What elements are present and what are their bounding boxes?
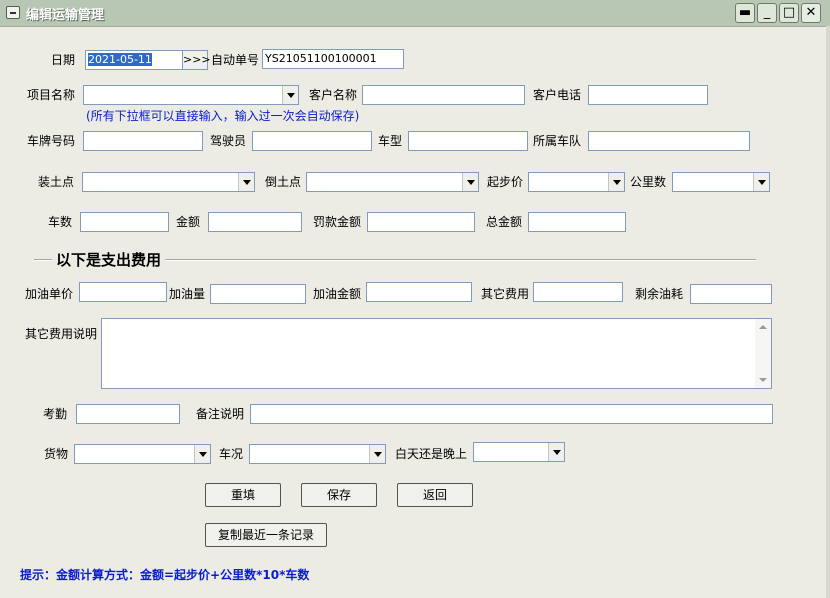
total-input[interactable] xyxy=(528,212,626,232)
reset-button[interactable]: 重填 xyxy=(205,483,281,507)
date-value: 2021-05-11 xyxy=(88,53,152,66)
fuel-qty-label: 加油量 xyxy=(169,287,206,301)
day-night-label: 白天还是晚上 xyxy=(395,447,468,461)
fuel-qty-input[interactable] xyxy=(210,284,306,304)
phone-input[interactable] xyxy=(588,85,708,105)
window-menu-icon[interactable] xyxy=(6,6,20,19)
date-label: 日期 xyxy=(51,53,76,67)
start-price-label: 起步价 xyxy=(487,175,524,189)
total-label: 总金额 xyxy=(486,215,523,229)
combo-hint: (所有下拉框可以直接输入，输入过一次会自动保存) xyxy=(86,109,360,123)
vehicle-type-input[interactable] xyxy=(408,131,528,151)
fuel-price-input[interactable] xyxy=(79,282,167,302)
trucks-input[interactable] xyxy=(80,212,169,232)
phone-label: 客户电话 xyxy=(533,88,582,102)
chevron-down-icon[interactable] xyxy=(369,445,385,463)
fuel-amount-label: 加油金额 xyxy=(313,287,362,301)
chevron-down-icon[interactable] xyxy=(462,173,478,191)
vehicle-cond-label: 车况 xyxy=(219,447,244,461)
vehicle-type-label: 车型 xyxy=(378,134,403,148)
minimize-button[interactable]: _ xyxy=(757,3,777,23)
cargo-combo[interactable] xyxy=(74,444,211,464)
km-combo[interactable] xyxy=(672,172,770,192)
driver-input[interactable] xyxy=(252,131,372,151)
date-picker-button[interactable]: >>> xyxy=(182,50,211,70)
fuel-price-label: 加油单价 xyxy=(25,287,74,301)
textarea-scrollbar[interactable] xyxy=(755,319,771,388)
customer-label: 客户名称 xyxy=(309,88,358,102)
scroll-down-icon[interactable] xyxy=(759,378,767,382)
amount-label: 金额 xyxy=(176,215,201,229)
trucks-label: 车数 xyxy=(48,215,73,229)
start-price-combo[interactable] xyxy=(528,172,625,192)
chevron-down-icon[interactable] xyxy=(238,173,254,191)
window-right-edge xyxy=(826,26,830,598)
vehicle-cond-combo[interactable] xyxy=(249,444,386,464)
maximize-button[interactable]: □ xyxy=(779,3,799,23)
dump-point-label: 倒土点 xyxy=(265,175,302,189)
window-title: 编辑运输管理 xyxy=(26,8,105,23)
driver-label: 驾驶员 xyxy=(210,134,247,148)
title-bar: 编辑运输管理 ▬ _ □ ✕ xyxy=(0,0,830,27)
other-fee-input[interactable] xyxy=(533,282,623,302)
other-fee-label: 其它费用 xyxy=(481,287,530,301)
back-button[interactable]: 返回 xyxy=(397,483,473,507)
amount-input[interactable] xyxy=(208,212,302,232)
plate-input[interactable] xyxy=(83,131,203,151)
chevron-down-icon[interactable] xyxy=(548,443,564,461)
attendance-input[interactable] xyxy=(76,404,180,424)
expense-section-title: 以下是支出费用 xyxy=(52,249,166,270)
remark-input[interactable] xyxy=(250,404,773,424)
project-combo[interactable] xyxy=(83,85,299,105)
customer-input[interactable] xyxy=(362,85,525,105)
copy-last-button[interactable]: 复制最近一条记录 xyxy=(205,523,327,547)
minimize-small-button[interactable]: ▬ xyxy=(735,3,755,23)
chevron-down-icon[interactable] xyxy=(194,445,210,463)
scroll-up-icon[interactable] xyxy=(759,325,767,329)
close-button[interactable]: ✕ xyxy=(801,3,821,23)
date-input[interactable]: 2021-05-11 xyxy=(85,50,183,70)
chevron-down-icon[interactable] xyxy=(608,173,624,191)
remark-label: 备注说明 xyxy=(196,407,245,421)
load-point-combo[interactable] xyxy=(82,172,255,192)
remaining-fuel-label: 剩余油耗 xyxy=(635,287,684,301)
order-no-input[interactable]: YS21051100100001 xyxy=(262,49,404,69)
penalty-input[interactable] xyxy=(367,212,475,232)
load-point-label: 装土点 xyxy=(38,175,75,189)
other-desc-textarea[interactable] xyxy=(101,318,772,389)
plate-label: 车牌号码 xyxy=(27,134,76,148)
project-label: 项目名称 xyxy=(27,88,76,102)
chevron-down-icon[interactable] xyxy=(753,173,769,191)
form-area: 日期 2021-05-11 >>> 自动单号 YS21051100100001 … xyxy=(4,26,826,598)
penalty-label: 罚款金额 xyxy=(313,215,362,229)
km-label: 公里数 xyxy=(630,175,667,189)
fleet-label: 所属车队 xyxy=(533,134,582,148)
day-night-combo[interactable] xyxy=(473,442,565,462)
remaining-fuel-input[interactable] xyxy=(690,284,772,304)
cargo-label: 货物 xyxy=(44,447,69,461)
attendance-label: 考勤 xyxy=(43,407,68,421)
footer-tip: 提示：金额计算方式：金额=起步价+公里数*10*车数 xyxy=(20,568,310,582)
chevron-down-icon[interactable] xyxy=(282,86,298,104)
fleet-input[interactable] xyxy=(588,131,750,151)
dump-point-combo[interactable] xyxy=(306,172,479,192)
fuel-amount-input[interactable] xyxy=(366,282,472,302)
save-button[interactable]: 保存 xyxy=(301,483,377,507)
order-no-label: 自动单号 xyxy=(211,53,260,67)
other-desc-label: 其它费用说明 xyxy=(25,327,98,341)
